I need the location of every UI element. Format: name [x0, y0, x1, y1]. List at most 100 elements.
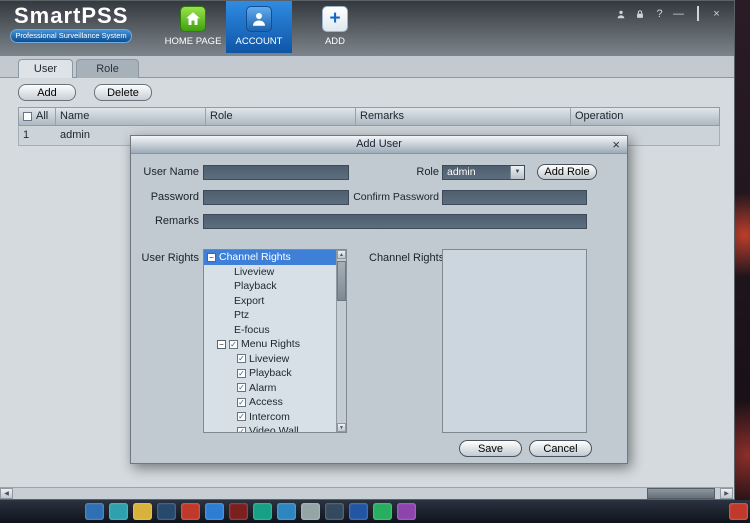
tree-item-menu-rights[interactable]: − ✓ Menu Rights: [204, 337, 336, 352]
liveview-checkbox[interactable]: ✓: [237, 354, 246, 363]
taskbar-app-7[interactable]: [229, 503, 248, 520]
tree-item-export[interactable]: Export: [204, 294, 336, 309]
alarm-checkbox[interactable]: ✓: [237, 383, 246, 392]
add-role-button[interactable]: Add Role: [537, 164, 597, 180]
tree-scroll-down-icon[interactable]: ▼: [337, 423, 346, 432]
lock-icon[interactable]: [635, 9, 646, 20]
home-icon: [180, 6, 206, 32]
header-operation: Operation: [571, 108, 719, 125]
table-header: All Name Role Remarks Operation: [18, 107, 720, 126]
taskbar-app-3[interactable]: [133, 503, 152, 520]
tree-item-label: E-focus: [234, 324, 270, 336]
tree-item-label: Intercom: [249, 411, 290, 423]
nav-account[interactable]: ACCOUNT: [226, 1, 292, 53]
taskbar-app-9[interactable]: [277, 503, 296, 520]
remarks-input[interactable]: [203, 214, 587, 229]
collapse-icon[interactable]: −: [217, 340, 226, 349]
collapse-icon[interactable]: −: [207, 253, 216, 262]
user-name-input[interactable]: [203, 165, 349, 180]
account-icon: [246, 6, 272, 32]
confirm-password-label: Confirm Password: [349, 190, 439, 205]
role-select[interactable]: admin ▼: [442, 165, 525, 180]
taskbar-app-13[interactable]: [373, 503, 392, 520]
taskbar-app-14[interactable]: [397, 503, 416, 520]
tree-scrollbar-thumb[interactable]: [337, 261, 346, 301]
password-input[interactable]: [203, 190, 349, 205]
taskbar-app-12[interactable]: [349, 503, 368, 520]
tray-icon[interactable]: [729, 503, 748, 520]
tree-item-intercom[interactable]: ✓ Intercom: [204, 410, 336, 425]
tree-item-alarm[interactable]: ✓ Alarm: [204, 381, 336, 396]
close-button[interactable]: ×: [711, 8, 722, 20]
playback-checkbox[interactable]: ✓: [237, 369, 246, 378]
tree-item-access[interactable]: ✓ Access: [204, 395, 336, 410]
help-button[interactable]: ?: [654, 8, 665, 20]
password-label: Password: [131, 190, 199, 205]
tree-item-e-focus[interactable]: E-focus: [204, 323, 336, 338]
tree-item-playback[interactable]: Playback: [204, 279, 336, 294]
role-dropdown-arrow-icon[interactable]: ▼: [510, 166, 524, 179]
add-user-dialog: Add User × User Name Role admin ▼ Add Ro…: [130, 135, 628, 464]
tab-user[interactable]: User: [18, 59, 73, 78]
scroll-left-icon[interactable]: ◀: [0, 488, 13, 499]
menu-rights-checkbox[interactable]: ✓: [229, 340, 238, 349]
scroll-right-icon[interactable]: ▶: [720, 488, 733, 499]
video-wall-checkbox[interactable]: ✓: [237, 427, 246, 432]
user-toolbar: Add Delete: [18, 84, 152, 101]
nav-home-page[interactable]: HOME PAGE: [160, 1, 226, 53]
taskbar-app-4[interactable]: [157, 503, 176, 520]
taskbar-app-1[interactable]: [85, 503, 104, 520]
nav-add-label: ADD: [325, 36, 345, 47]
horizontal-scrollbar[interactable]: ◀ ▶: [0, 487, 733, 499]
role-selected-value: admin: [443, 166, 510, 179]
tree-item-menu-playback[interactable]: ✓ Playback: [204, 366, 336, 381]
user-rights-label: User Rights: [131, 251, 199, 266]
add-button[interactable]: Add: [18, 84, 76, 101]
dialog-close-icon[interactable]: ×: [612, 136, 620, 153]
dialog-titlebar: Add User ×: [131, 136, 627, 154]
tree-item-liveview[interactable]: Liveview: [204, 265, 336, 280]
desktop-background: SmartPSS Professional Surveillance Syste…: [0, 0, 750, 523]
tree-scrollbar[interactable]: ▲ ▼: [336, 250, 346, 432]
taskbar-app-5[interactable]: [181, 503, 200, 520]
save-button[interactable]: Save: [459, 440, 522, 457]
taskbar-app-10[interactable]: [301, 503, 320, 520]
header-all: All: [19, 108, 56, 125]
taskbar-app-8[interactable]: [253, 503, 272, 520]
user-icon[interactable]: [616, 9, 627, 20]
channel-rights-label: Channel Rights: [369, 251, 449, 266]
tree-scroll-up-icon[interactable]: ▲: [337, 250, 346, 259]
taskbar-app-11[interactable]: [325, 503, 344, 520]
minimize-button[interactable]: —: [673, 8, 684, 20]
tree-item-label: Alarm: [249, 382, 276, 394]
delete-button[interactable]: Delete: [94, 84, 152, 101]
tree-item-video-wall[interactable]: ✓ Video Wall: [204, 424, 336, 432]
tree-item-label: Export: [234, 295, 264, 307]
row-index: 1: [19, 126, 56, 145]
main-nav: HOME PAGE ACCOUNT + ADD: [160, 1, 364, 53]
access-checkbox[interactable]: ✓: [237, 398, 246, 407]
scrollbar-thumb[interactable]: [647, 488, 715, 499]
tree-item-ptz[interactable]: Ptz: [204, 308, 336, 323]
tree-item-label: Ptz: [234, 309, 249, 321]
tree-item-menu-liveview[interactable]: ✓ Liveview: [204, 352, 336, 367]
remarks-label: Remarks: [131, 214, 199, 229]
tab-bar: User Role: [0, 56, 734, 78]
role-label: Role: [391, 165, 439, 180]
tree-item-channel-rights[interactable]: − Channel Rights: [204, 250, 336, 265]
select-all-checkbox[interactable]: [23, 112, 32, 121]
maximize-button[interactable]: [692, 8, 703, 20]
cancel-button[interactable]: Cancel: [529, 440, 592, 457]
tree-rows: − Channel Rights Liveview Playback Expor…: [204, 250, 336, 432]
channel-rights-list[interactable]: [442, 249, 587, 433]
taskbar-app-6[interactable]: [205, 503, 224, 520]
taskbar-app-2[interactable]: [109, 503, 128, 520]
tab-role[interactable]: Role: [76, 59, 139, 78]
intercom-checkbox[interactable]: ✓: [237, 412, 246, 421]
confirm-password-input[interactable]: [442, 190, 587, 205]
nav-add[interactable]: + ADD: [306, 1, 364, 53]
app-logo: SmartPSS: [14, 3, 128, 29]
user-name-label: User Name: [131, 165, 199, 180]
header-role: Role: [206, 108, 356, 125]
tree-item-label: Liveview: [234, 266, 274, 278]
